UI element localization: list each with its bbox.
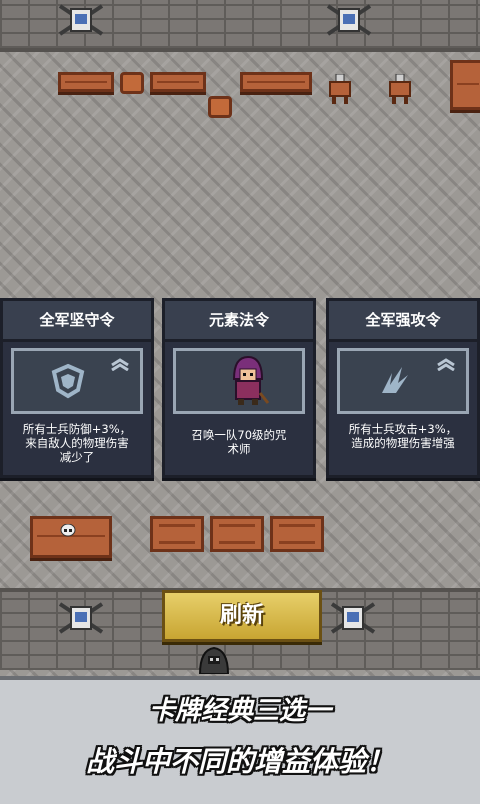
stool: [208, 96, 232, 118]
card-title: 元素法令: [165, 301, 313, 342]
card-description: 所有士兵攻击+3%， 造成的物理伤害增强: [348, 422, 458, 450]
card-art: [337, 348, 469, 414]
supply-crate: [150, 516, 204, 552]
training-dummy-icon: [329, 74, 351, 104]
card-title: 全军坚守令: [3, 301, 151, 342]
hooded-figure-icon: [198, 646, 230, 674]
mage-portrait: [232, 355, 270, 405]
banner-headline: 卡牌经典三选一: [148, 696, 331, 726]
bench: [58, 72, 114, 92]
stool: [120, 72, 144, 94]
banner-subline: 战斗中不同的增益体验！: [85, 745, 394, 778]
supply-crate: [270, 516, 324, 552]
bench: [240, 72, 312, 92]
buff-card-defense[interactable]: 全军坚守令 所有士兵防御+3%， 来自敌人的物理伤害 减少了: [0, 298, 154, 478]
wall-crest-icon: [326, 4, 372, 36]
card-description: 所有士兵防御+3%， 来自敌人的物理伤害 减少了: [22, 422, 132, 464]
card-art: [11, 348, 143, 414]
skull-icon: [60, 524, 76, 537]
card-description: 召唤一队70级的咒 术师: [191, 428, 287, 456]
supply-crate: [210, 516, 264, 552]
buff-card-attack[interactable]: 全军强攻令 所有士兵攻击+3%， 造成的物理伤害增强: [326, 298, 480, 478]
refresh-button[interactable]: 刷新: [162, 590, 322, 642]
card-title: 全军强攻令: [329, 301, 477, 342]
training-dummy-icon: [389, 74, 411, 104]
upgrade-chevron-icon: [111, 358, 129, 371]
card-art: [173, 348, 305, 414]
wall-crest-icon: [58, 602, 104, 634]
shield-icon: [51, 363, 85, 399]
wall-crest-icon: [58, 4, 104, 36]
bench: [150, 72, 206, 92]
claw-slash-icon: [382, 367, 408, 393]
cabinet: [450, 60, 480, 110]
upgrade-chevron-icon: [437, 358, 455, 371]
buff-card-element[interactable]: 元素法令 召唤一队70级的咒 术师: [162, 298, 316, 478]
wall-crest-icon: [330, 602, 376, 634]
